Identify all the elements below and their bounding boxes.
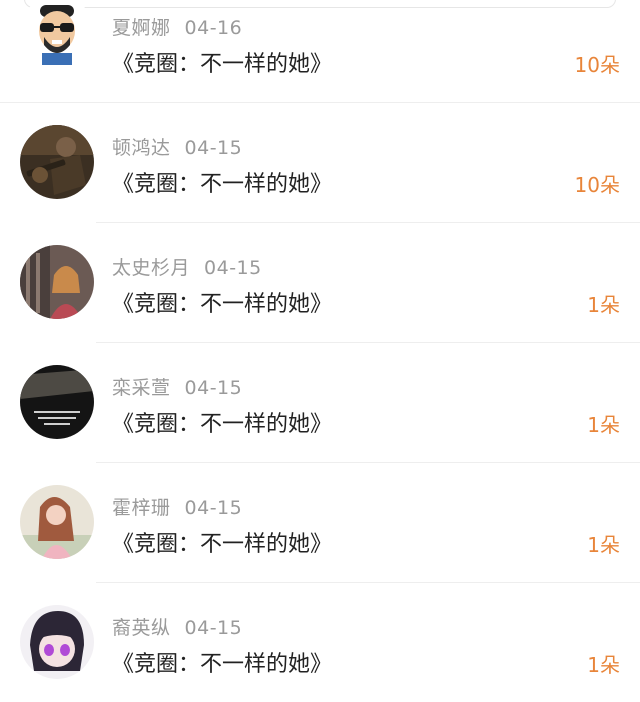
flower-count: 1朵: [587, 653, 620, 677]
sender-meta: 顿鸿达 04-15: [112, 133, 242, 160]
flower-count: 1朵: [587, 293, 620, 317]
gift-date: 04-15: [184, 617, 243, 639]
work-title: 《竞圈：不一样的她》: [112, 532, 333, 557]
divider: [96, 462, 640, 463]
divider: [96, 582, 640, 583]
divider: [96, 342, 640, 343]
sender-meta: 栾采萱 04-15: [112, 373, 242, 400]
anime-girl-icon: [20, 605, 94, 679]
gift-date: 04-16: [184, 17, 243, 39]
sender-meta: 夏婀娜 04-16: [112, 13, 242, 40]
flower-count: 1朵: [587, 413, 620, 437]
work-title: 《竞圈：不一样的她》: [112, 172, 333, 197]
list-item[interactable]: 夏婀娜 04-16 《竞圈：不一样的她》 10朵: [0, 0, 640, 102]
work-title: 《竞圈：不一样的她》: [112, 52, 333, 77]
work-title: 《竞圈：不一样的她》: [112, 652, 333, 677]
avatar[interactable]: [20, 125, 94, 199]
flower-count: 10朵: [574, 53, 620, 77]
avatar[interactable]: [20, 245, 94, 319]
list-item[interactable]: 栾采萱 04-15 《竞圈：不一样的她》 1朵: [0, 342, 640, 462]
list-item[interactable]: 霍梓珊 04-15 《竞圈：不一样的她》 1朵: [0, 462, 640, 582]
sender-name: 霍梓珊: [112, 497, 171, 519]
sender-meta: 太史杉月 04-15: [112, 253, 262, 280]
sender-name: 太史杉月: [112, 257, 191, 279]
divider: [0, 102, 640, 103]
avatar[interactable]: [20, 0, 94, 69]
avatar[interactable]: [20, 365, 94, 439]
gift-date: 04-15: [184, 137, 243, 159]
sender-name: 夏婀娜: [112, 17, 171, 39]
woman-photo-icon: [20, 245, 94, 319]
list-item[interactable]: 顿鸿达 04-15 《竞圈：不一样的她》 10朵: [0, 102, 640, 222]
divider: [96, 222, 640, 223]
dark-quote-icon: [20, 365, 94, 439]
avatar[interactable]: [20, 605, 94, 679]
pink-girl-icon: [20, 485, 94, 559]
sender-meta: 裔英纵 04-15: [112, 613, 242, 640]
work-title: 《竞圈：不一样的她》: [112, 412, 333, 437]
sender-name: 裔英纵: [112, 617, 171, 639]
sender-meta: 霍梓珊 04-15: [112, 493, 242, 520]
gift-date: 04-15: [184, 377, 243, 399]
game-soldier-icon: [20, 125, 94, 199]
list-item[interactable]: 太史杉月 04-15 《竞圈：不一样的她》 1朵: [0, 222, 640, 342]
avatar[interactable]: [20, 485, 94, 559]
flower-count: 10朵: [574, 173, 620, 197]
gift-date: 04-15: [204, 257, 262, 279]
list-item[interactable]: 裔英纵 04-15 《竞圈：不一样的她》 1朵: [0, 582, 640, 702]
work-title: 《竞圈：不一样的她》: [112, 292, 333, 317]
cartoon-sunglasses-icon: [20, 0, 94, 69]
sender-name: 栾采萱: [112, 377, 171, 399]
gift-date: 04-15: [184, 497, 243, 519]
flower-count: 1朵: [587, 533, 620, 557]
sender-name: 顿鸿达: [112, 137, 171, 159]
